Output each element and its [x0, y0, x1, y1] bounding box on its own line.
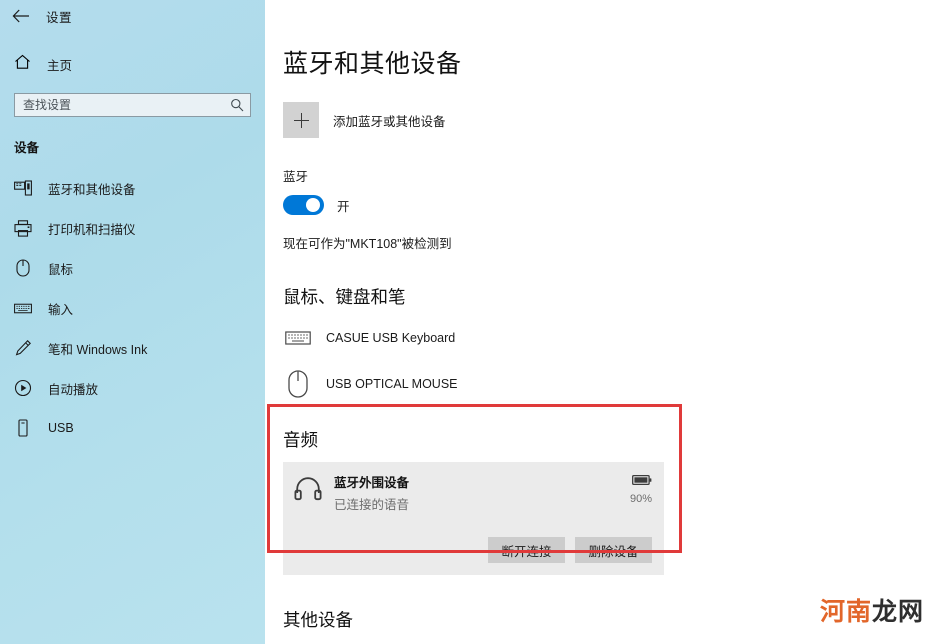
device-name: USB OPTICAL MOUSE — [326, 377, 458, 391]
keyboard-icon — [283, 323, 313, 353]
add-device-label: 添加蓝牙或其他设备 — [333, 114, 446, 129]
sidebar-item-mouse[interactable]: 鼠标 — [0, 248, 265, 288]
watermark: 河南龙网 — [820, 592, 924, 628]
pen-icon — [14, 339, 32, 357]
autoplay-icon — [14, 379, 32, 397]
remove-device-button[interactable]: 删除设备 — [575, 537, 652, 563]
bluetooth-toggle[interactable] — [283, 195, 324, 215]
page-title: 蓝牙和其他设备 — [283, 50, 462, 78]
bluetooth-toggle-state: 开 — [337, 199, 350, 214]
mouse-icon — [14, 259, 32, 277]
arrow-left-icon — [12, 9, 29, 23]
sidebar-item-label: 打印机和扫描仪 — [48, 222, 136, 237]
audio-device-actions: 断开连接 删除设备 — [293, 537, 652, 563]
sidebar-item-autoplay[interactable]: 自动播放 — [0, 368, 265, 408]
back-button[interactable] — [10, 5, 32, 27]
headphones-icon — [293, 474, 323, 504]
mouse-icon — [283, 369, 313, 399]
audio-device-status: 已连接的语音 — [334, 498, 410, 512]
sidebar-item-label: 蓝牙和其他设备 — [48, 182, 136, 197]
bluetooth-devices-icon — [14, 179, 32, 197]
add-device-row[interactable]: 添加蓝牙或其他设备 — [283, 102, 936, 138]
settings-window: 设置 主页 设备 — [0, 0, 936, 644]
sidebar-item-usb[interactable]: USB — [0, 408, 265, 448]
mouse-keyboard-pen-title: 鼠标、键盘和笔 — [283, 287, 406, 307]
sidebar-item-pen-and-windows-ink[interactable]: 笔和 Windows Ink — [0, 328, 265, 368]
usb-icon — [14, 419, 32, 437]
plus-icon — [293, 112, 309, 128]
title-bar: 设置 — [0, 0, 265, 32]
battery-percent: 90% — [629, 493, 652, 505]
main-content: 蓝牙和其他设备 添加蓝牙或其他设备 蓝牙 开 现在可作为"MKT108"被检测到… — [265, 0, 936, 644]
search-icon[interactable] — [230, 98, 244, 112]
search-input[interactable] — [23, 94, 230, 116]
sidebar-item-typing[interactable]: 输入 — [0, 288, 265, 328]
battery-indicator: 90% — [630, 472, 652, 505]
audio-device-name: 蓝牙外围设备 — [334, 476, 410, 490]
audio-section: 音频 蓝牙外围设备 已连接的语音 90% 断开连接 删除设备 — [283, 427, 936, 575]
sidebar: 设置 主页 设备 — [0, 0, 265, 644]
audio-device-card[interactable]: 蓝牙外围设备 已连接的语音 90% 断开连接 删除设备 — [283, 462, 664, 575]
search-box[interactable] — [14, 93, 251, 117]
bluetooth-discoverable-text: 现在可作为"MKT108"被检测到 — [283, 237, 452, 251]
sidebar-home-label: 主页 — [47, 58, 73, 73]
add-device-button[interactable] — [283, 102, 319, 138]
printer-icon — [14, 219, 32, 237]
keyboard-icon — [14, 299, 32, 317]
disconnect-button[interactable]: 断开连接 — [488, 537, 565, 563]
watermark-part-2: 龙网 — [871, 598, 924, 626]
window-title: 设置 — [46, 10, 73, 25]
sidebar-section-title: 设备 — [14, 141, 40, 155]
sidebar-item-label: USB — [48, 421, 74, 435]
bluetooth-toggle-row[interactable]: 开 — [283, 195, 936, 215]
sidebar-nav: 蓝牙和其他设备 打印机和扫描仪 鼠标 输入 笔和 Windows Ink 自动播… — [0, 168, 265, 448]
sidebar-item-label: 自动播放 — [48, 382, 99, 397]
toggle-knob — [306, 198, 320, 212]
device-row-keyboard[interactable]: CASUE USB Keyboard — [283, 321, 936, 355]
device-name: CASUE USB Keyboard — [326, 331, 456, 345]
sidebar-item-label: 输入 — [48, 302, 74, 317]
sidebar-item-label: 鼠标 — [48, 262, 74, 277]
sidebar-item-label: 笔和 Windows Ink — [48, 342, 148, 357]
home-icon — [14, 54, 31, 75]
sidebar-item-printers-and-scanners[interactable]: 打印机和扫描仪 — [0, 208, 265, 248]
audio-title: 音频 — [283, 430, 318, 450]
device-row-mouse[interactable]: USB OPTICAL MOUSE — [283, 367, 936, 401]
sidebar-item-home[interactable]: 主页 — [0, 49, 265, 79]
audio-device-texts: 蓝牙外围设备 已连接的语音 — [334, 472, 619, 513]
audio-device-header: 蓝牙外围设备 已连接的语音 90% — [293, 472, 652, 513]
sidebar-item-bluetooth-and-devices[interactable]: 蓝牙和其他设备 — [0, 168, 265, 208]
watermark-part-1: 河南 — [819, 598, 872, 626]
battery-icon — [632, 473, 652, 491]
bluetooth-label: 蓝牙 — [283, 170, 309, 184]
